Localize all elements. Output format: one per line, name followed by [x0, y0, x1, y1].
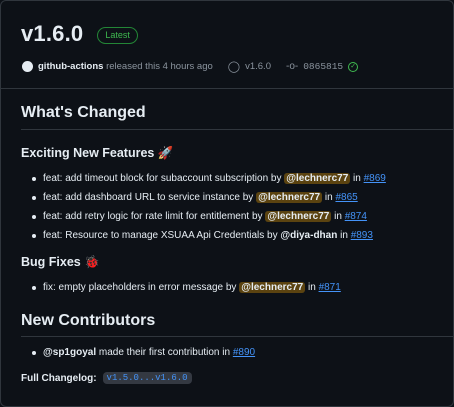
item-text: made their first contribution in — [96, 347, 233, 358]
contributors-list: @sp1goyal made their first contribution … — [1, 343, 255, 362]
item-text: feat: add dashboard URL to service insta… — [43, 192, 257, 203]
release-title[interactable]: v1.6.0 — [21, 21, 83, 47]
release-meta: github-actions released this 4 hours ago… — [22, 60, 359, 73]
item-text: feat: Resource to manage XSUAA Api Crede… — [43, 230, 281, 241]
contributors-heading: New Contributors — [21, 312, 156, 329]
item-in: in — [305, 282, 319, 293]
release-tag[interactable]: v1.6.0 — [245, 61, 271, 72]
user-mention[interactable]: @lechnerc77 — [239, 282, 306, 293]
heading-divider — [21, 129, 453, 130]
pr-link[interactable]: #874 — [345, 211, 367, 222]
commit-icon: -o- — [285, 61, 299, 72]
item-in: in — [331, 211, 345, 222]
check-circle-icon[interactable]: ✓ — [348, 61, 359, 72]
item-text: feat: add retry logic for rate limit for… — [43, 211, 266, 222]
list-item: feat: Resource to manage XSUAA Api Crede… — [1, 226, 386, 245]
full-changelog: Full Changelog: v1.5.0...v1.6.0 — [21, 372, 192, 384]
user-mention[interactable]: @lechnerc77 — [265, 211, 332, 222]
list-item: fix: empty placeholders in error message… — [1, 278, 341, 297]
list-item: feat: add dashboard URL to service insta… — [1, 188, 386, 207]
bugfixes-list: fix: empty placeholders in error message… — [1, 278, 341, 297]
pr-link[interactable]: #865 — [335, 192, 357, 203]
changelog-label: Full Changelog: — [21, 372, 97, 384]
pr-link[interactable]: #871 — [319, 282, 341, 293]
pr-link[interactable]: #893 — [351, 230, 373, 241]
release-card: v1.6.0 Latest github-actions released th… — [0, 0, 454, 407]
user-mention[interactable]: @lechnerc77 — [256, 192, 323, 203]
tag-icon: ◯ — [227, 61, 241, 73]
commit-sha[interactable]: 0865815 — [303, 61, 343, 72]
latest-badge: Latest — [97, 26, 138, 44]
item-in: in — [350, 173, 364, 184]
item-in: in — [322, 192, 336, 203]
user-mention[interactable]: @diya-dhan — [280, 230, 337, 241]
heading-divider — [21, 336, 453, 337]
release-header: v1.6.0 Latest — [21, 21, 138, 47]
list-item: feat: add timeout block for subaccount s… — [1, 169, 386, 188]
features-list: feat: add timeout block for subaccount s… — [1, 169, 386, 245]
pr-link[interactable]: #890 — [233, 347, 255, 358]
list-item: @sp1goyal made their first contribution … — [1, 343, 255, 362]
user-mention[interactable]: @sp1goyal — [43, 347, 96, 358]
changelog-compare-link[interactable]: v1.5.0...v1.6.0 — [102, 372, 192, 384]
bugfixes-heading: Bug Fixes 🐞 — [21, 255, 100, 269]
whats-changed-heading: What's Changed — [21, 104, 146, 121]
item-text: fix: empty placeholders in error message… — [43, 282, 240, 293]
release-author[interactable]: github-actions — [38, 61, 103, 72]
header-divider — [1, 88, 453, 89]
pr-link[interactable]: #869 — [364, 173, 386, 184]
release-time: released this 4 hours ago — [103, 61, 213, 72]
list-item: feat: add retry logic for rate limit for… — [1, 207, 386, 226]
github-logo-icon — [22, 61, 33, 72]
item-text: feat: add timeout block for subaccount s… — [43, 173, 285, 184]
user-mention[interactable]: @lechnerc77 — [284, 173, 351, 184]
features-heading: Exciting New Features 🚀 — [21, 146, 174, 160]
released-text: released this 4 hours ago — [106, 61, 213, 72]
item-in: in — [337, 230, 351, 241]
